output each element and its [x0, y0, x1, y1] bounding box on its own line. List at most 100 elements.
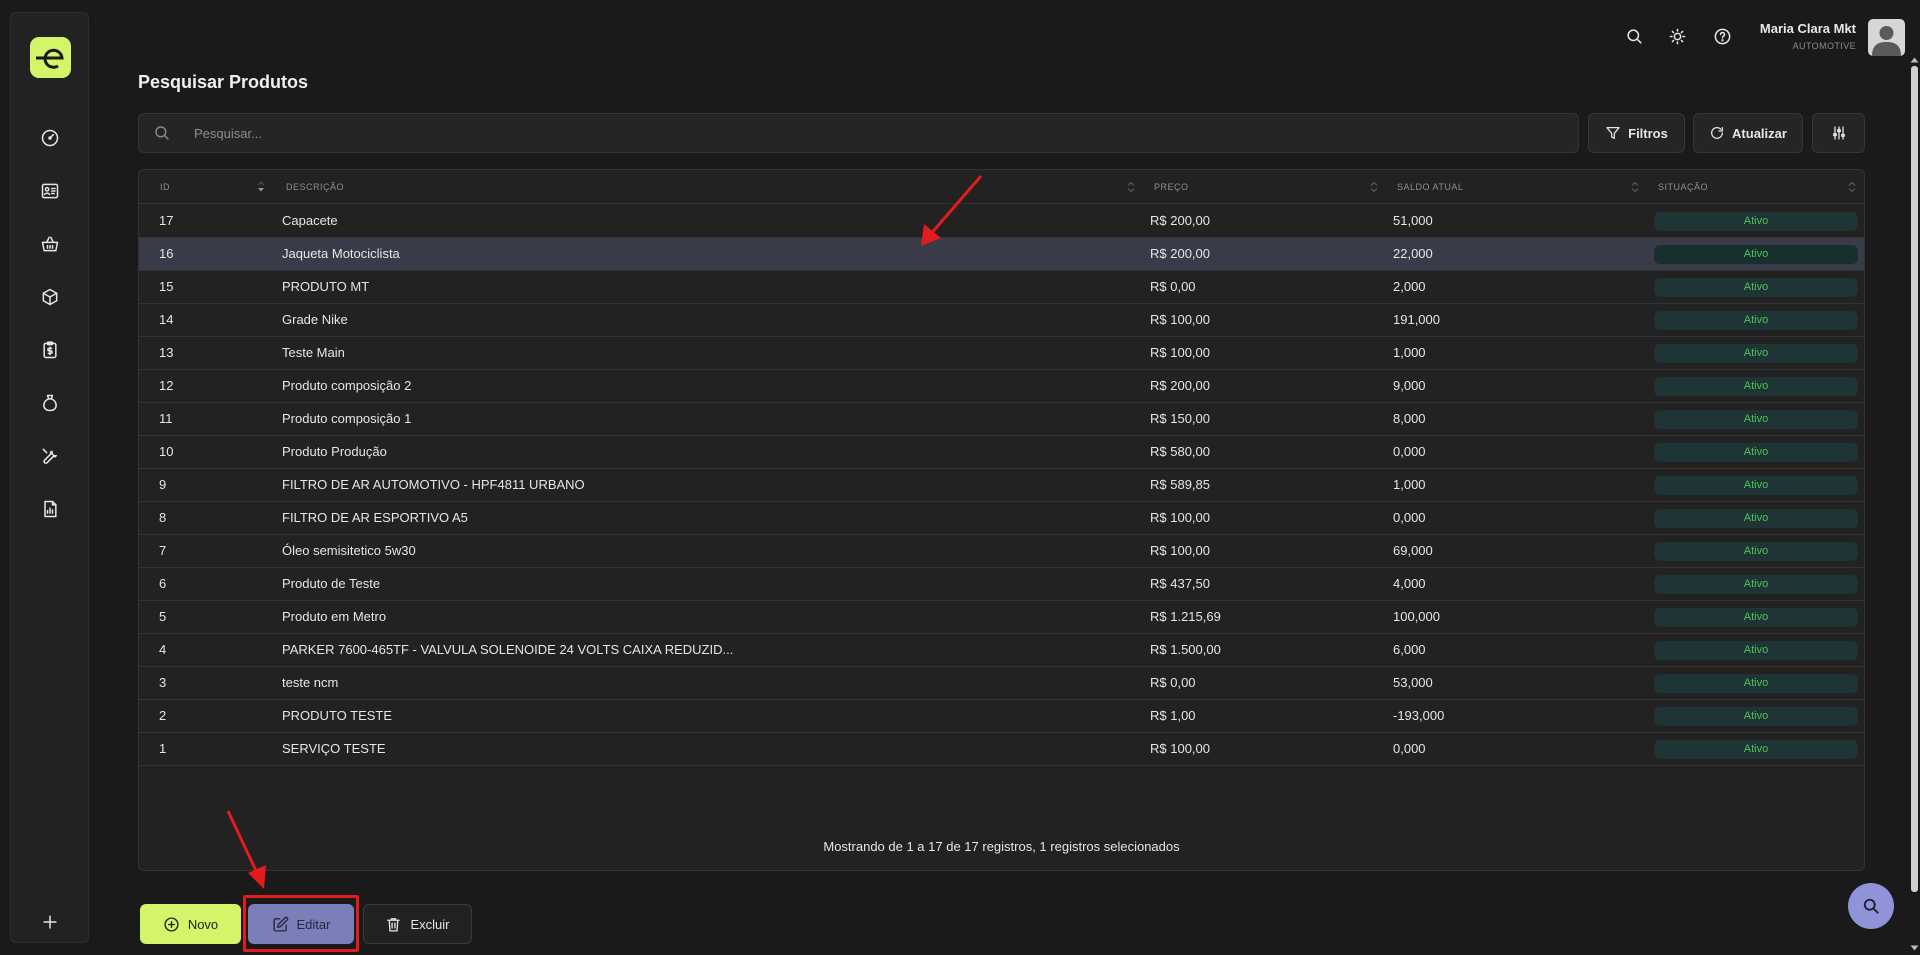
table-row[interactable]: 16 Jaqueta Motociclista R$ 200,00 22,000 Ati… — [139, 238, 1864, 271]
cell-balance: 51,000 — [1393, 213, 1433, 228]
cell-id: 10 — [159, 444, 174, 459]
status-badge: Ativo — [1654, 212, 1858, 231]
refresh-button[interactable]: Atualizar — [1693, 113, 1803, 153]
search-icon — [1863, 898, 1879, 914]
table-row[interactable]: 7 Óleo semisitetico 5w30 R$ 100,00 69,000 At… — [139, 535, 1864, 568]
cell-description: Teste Main — [282, 345, 345, 360]
cell-price: R$ 1.500,00 — [1150, 642, 1221, 657]
sidebar-item-finance[interactable] — [37, 337, 63, 363]
sort-icon[interactable] — [1631, 181, 1639, 193]
column-header-balance[interactable]: SALDO ATUAL — [1397, 170, 1463, 204]
sort-desc-icon[interactable] — [257, 181, 265, 193]
sort-icon[interactable] — [1848, 181, 1856, 193]
cell-description: Produto em Metro — [282, 609, 387, 624]
cell-price: R$ 1,00 — [1150, 708, 1196, 723]
table-row[interactable]: 9 FILTRO DE AR AUTOMOTIVO - HPF4811 URBAN… — [139, 469, 1864, 502]
status-badge: Ativo — [1654, 641, 1858, 660]
sidebar-item-dashboard[interactable] — [37, 125, 63, 151]
table-row[interactable]: 13 Teste Main R$ 100,00 1,000 Ativo — [139, 337, 1864, 370]
sort-icon[interactable] — [1127, 181, 1135, 193]
cell-price: R$ 100,00 — [1150, 741, 1210, 756]
dashboard-icon — [41, 129, 59, 147]
table-row[interactable]: 4 PARKER 7600-465TF - VALVULA SOLENOIDE 2… — [139, 634, 1864, 667]
filters-button[interactable]: Filtros — [1588, 113, 1685, 153]
sidebar-item-sales[interactable] — [37, 231, 63, 257]
table-header: ID DESCRIÇÃO PREÇO SALDO ATUAL SITUAÇÃO — [139, 170, 1864, 204]
columns-settings-button[interactable] — [1812, 113, 1865, 153]
status-badge: Ativo — [1654, 542, 1858, 561]
status-badge: Ativo — [1654, 740, 1858, 759]
search-input[interactable] — [194, 114, 1564, 152]
cell-price: R$ 200,00 — [1150, 378, 1210, 393]
floating-search-button[interactable] — [1848, 883, 1894, 929]
header-search-button[interactable] — [1622, 24, 1646, 48]
sun-icon — [1669, 28, 1685, 44]
cell-price: R$ 0,00 — [1150, 675, 1196, 690]
cell-id: 12 — [159, 378, 174, 393]
money-bag-icon — [43, 394, 57, 412]
help-icon — [1714, 28, 1730, 44]
cell-balance: 0,000 — [1393, 444, 1426, 459]
cell-balance: 2,000 — [1393, 279, 1426, 294]
help-button[interactable] — [1710, 24, 1734, 48]
status-badge: Ativo — [1654, 575, 1858, 594]
contacts-card-icon — [41, 183, 59, 199]
cell-description: Produto composição 1 — [282, 411, 412, 426]
search-box[interactable] — [138, 113, 1579, 153]
cell-description: PRODUTO TESTE — [282, 708, 393, 723]
cell-price: R$ 100,00 — [1150, 345, 1210, 360]
status-badge: Ativo — [1654, 707, 1858, 726]
table-row[interactable]: 6 Produto de Teste R$ 437,50 4,000 Ativo — [139, 568, 1864, 601]
cell-description: Capacete — [282, 213, 338, 228]
table-row[interactable]: 12 Produto composição 2 R$ 200,00 9,000 Ativ… — [139, 370, 1864, 403]
theme-toggle-button[interactable] — [1665, 24, 1689, 48]
cell-description: PRODUTO MT — [282, 279, 370, 294]
cell-balance: 53,000 — [1393, 675, 1433, 690]
delete-button-label: Excluir — [410, 916, 450, 932]
table-row[interactable]: 17 Capacete R$ 200,00 51,000 Ativo — [139, 205, 1864, 238]
cell-balance: 69,000 — [1393, 543, 1433, 558]
table-row[interactable]: 1 SERVIÇO TESTE R$ 100,00 0,000 Ativo — [139, 733, 1864, 766]
sidebar-item-reports[interactable] — [37, 496, 63, 522]
cell-balance: 0,000 — [1393, 510, 1426, 525]
table-row[interactable]: 8 FILTRO DE AR ESPORTIVO A5 R$ 100,00 0,000… — [139, 502, 1864, 535]
cell-balance: 1,000 — [1393, 345, 1426, 360]
sidebar-item-products[interactable] — [37, 284, 63, 310]
page-scrollbar[interactable] — [1911, 66, 1918, 892]
sidebar-item-money[interactable] — [37, 390, 63, 416]
cell-price: R$ 580,00 — [1150, 444, 1210, 459]
scroll-down-arrow[interactable] — [1910, 944, 1919, 952]
cell-id: 4 — [159, 642, 167, 657]
sort-icon[interactable] — [1370, 181, 1378, 193]
table-row[interactable]: 11 Produto composição 1 R$ 150,00 8,000 Ativ… — [139, 403, 1864, 436]
column-header-price[interactable]: PREÇO — [1154, 170, 1189, 204]
sidebar-add-button[interactable] — [37, 909, 63, 935]
column-header-status[interactable]: SITUAÇÃO — [1658, 170, 1708, 204]
cell-description: Grade Nike — [282, 312, 348, 327]
logo[interactable] — [30, 37, 71, 78]
table-row[interactable]: 2 PRODUTO TESTE R$ 1,00 -193,000 Ativo — [139, 700, 1864, 733]
filters-label: Filtros — [1628, 125, 1668, 141]
table-row[interactable]: 14 Grade Nike R$ 100,00 191,000 Ativo — [139, 304, 1864, 337]
new-button-label: Novo — [187, 916, 219, 932]
sidebar-item-contacts[interactable] — [37, 178, 63, 204]
delete-button[interactable]: Excluir — [363, 904, 472, 944]
plus-circle-icon — [164, 916, 179, 932]
column-header-description[interactable]: DESCRIÇÃO — [286, 170, 344, 204]
sidebar-item-services[interactable] — [37, 443, 63, 469]
table-row[interactable]: 10 Produto Produção R$ 580,00 0,000 Ativo — [139, 436, 1864, 469]
products-table: ID DESCRIÇÃO PREÇO SALDO ATUAL SITUAÇÃO … — [138, 169, 1865, 871]
scroll-up-arrow[interactable] — [1910, 56, 1919, 64]
cell-description: FILTRO DE AR ESPORTIVO A5 — [282, 510, 468, 525]
user-name[interactable]: Maria Clara Mkt — [1760, 21, 1856, 36]
table-row[interactable]: 5 Produto em Metro R$ 1.215,69 100,000 Ativo — [139, 601, 1864, 634]
table-row[interactable]: 3 teste ncm R$ 0,00 53,000 Ativo — [139, 667, 1864, 700]
table-row[interactable]: 15 PRODUTO MT R$ 0,00 2,000 Ativo — [139, 271, 1864, 304]
sliders-icon — [1832, 126, 1845, 140]
column-header-id[interactable]: ID — [160, 170, 170, 204]
cell-price: R$ 100,00 — [1150, 543, 1210, 558]
avatar[interactable] — [1868, 19, 1905, 56]
user-company: AUTOMOTIVE — [1792, 41, 1856, 51]
new-button[interactable]: Novo — [140, 904, 241, 944]
edit-button[interactable]: Editar — [248, 904, 354, 944]
